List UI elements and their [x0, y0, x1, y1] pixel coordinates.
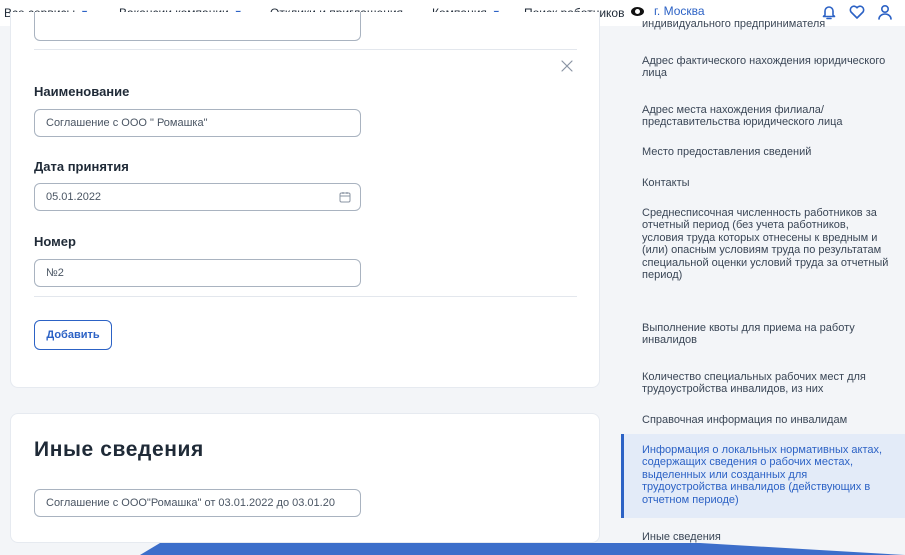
date-label: Дата принятия [34, 159, 129, 174]
number-input[interactable]: №2 [34, 259, 361, 287]
sidebar-item-quota[interactable]: Выполнение квоты для приема на работу ин… [621, 322, 905, 347]
sidebar-item-submission-place[interactable]: Место предоставления сведений [621, 146, 905, 158]
sidebar-item-contacts[interactable]: Контакты [621, 177, 905, 189]
sidebar-item-headcount[interactable]: Среднесписочная численность работников з… [621, 207, 905, 281]
name-label: Наименование [34, 84, 130, 99]
eye-icon[interactable] [631, 6, 644, 16]
add-button[interactable]: Добавить [34, 320, 112, 350]
sidebar-item-entrepreneur[interactable]: индивидуального предпринимателя [621, 18, 905, 30]
other-info-input[interactable]: Соглашение с ООО"Ромашка" от 03.01.2022 … [34, 489, 361, 517]
date-input[interactable]: 05.01.2022 [34, 183, 361, 211]
number-input-value: №2 [46, 267, 64, 279]
sidebar-item-other-info[interactable]: Иные сведения [621, 531, 905, 543]
divider [34, 296, 577, 297]
sidebar-item-branch-address[interactable]: Адрес места нахождения филиала/ представ… [621, 104, 905, 129]
other-info-title: Иные сведения [34, 438, 204, 461]
date-input-value: 05.01.2022 [46, 191, 102, 203]
city-selector[interactable]: г. Москва [631, 4, 705, 18]
section-sidebar: индивидуального предпринимателя Адрес фа… [621, 18, 905, 555]
divider [34, 49, 577, 50]
other-info-card [10, 413, 600, 543]
calendar-icon[interactable] [339, 191, 351, 203]
city-label: г. Москва [654, 4, 705, 18]
sidebar-item-local-acts[interactable]: Информация о локальных нормативных актах… [621, 434, 905, 518]
name-input-value: Соглашение с ООО " Ромашка" [46, 117, 208, 129]
close-icon[interactable] [559, 58, 575, 74]
other-info-value: Соглашение с ООО"Ромашка" от 03.01.2022 … [46, 497, 335, 509]
sidebar-item-special-workplaces[interactable]: Количество специальных рабочих мест для … [621, 371, 905, 396]
previous-entry-field[interactable] [34, 12, 361, 41]
sidebar-item-disability-reference[interactable]: Справочная информация по инвалидам [621, 414, 905, 426]
number-label: Номер [34, 234, 76, 249]
sidebar-item-actual-address[interactable]: Адрес фактического нахождения юридическо… [621, 55, 905, 80]
name-input[interactable]: Соглашение с ООО " Ромашка" [34, 109, 361, 137]
